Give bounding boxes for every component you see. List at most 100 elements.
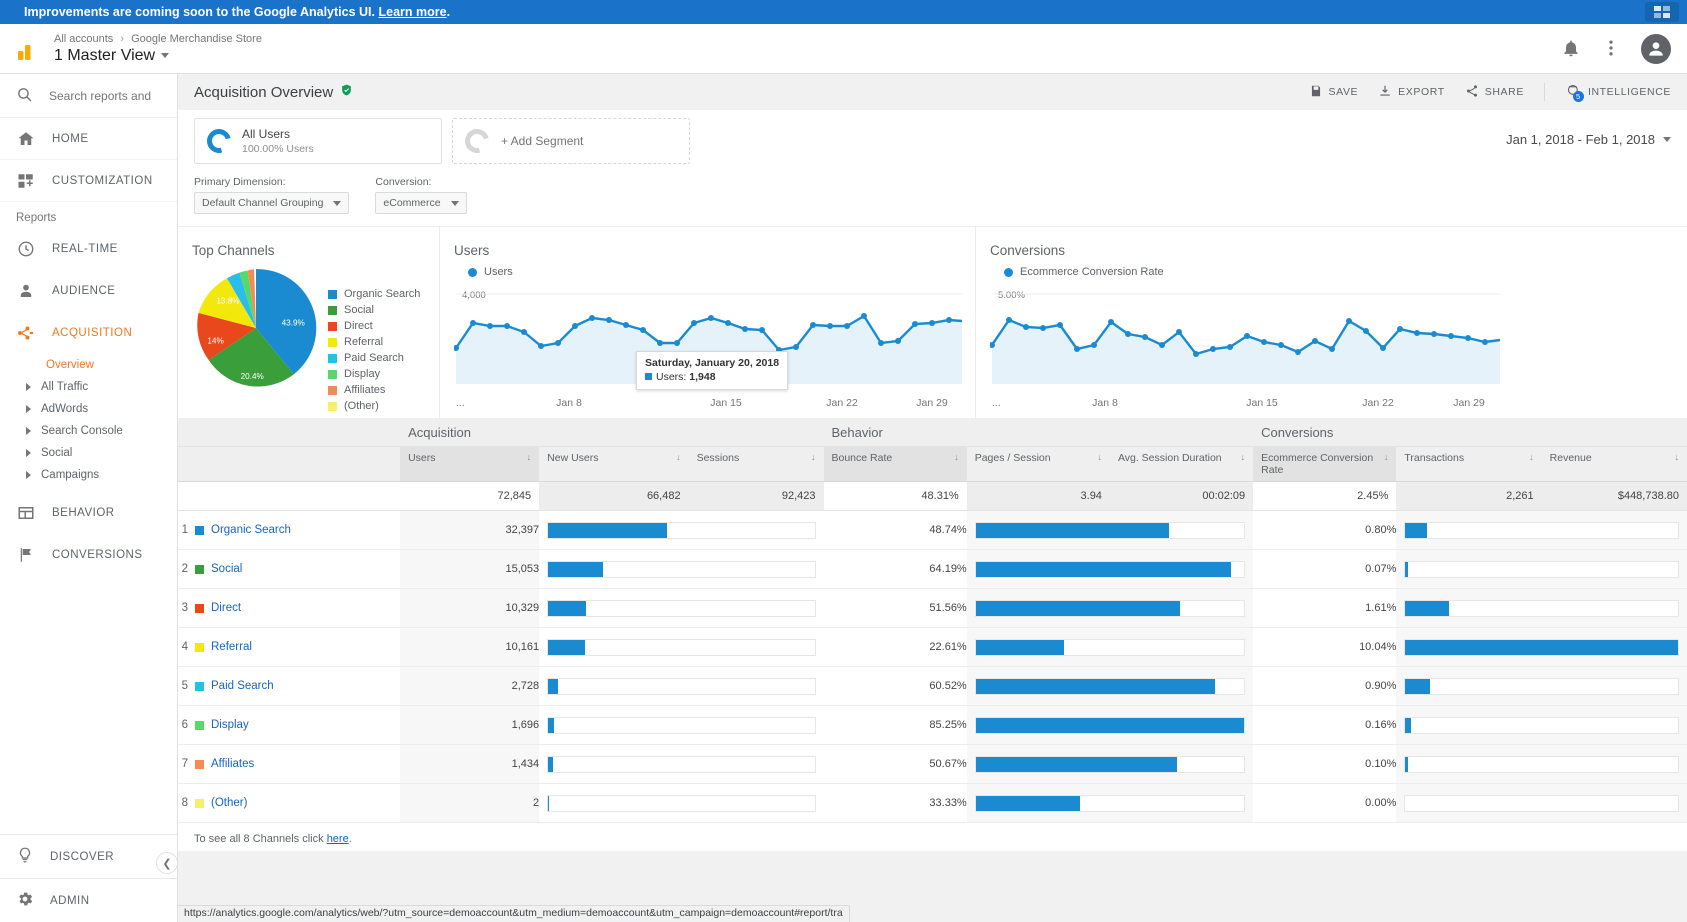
legend-label: Referral (344, 336, 384, 348)
sidebar-item-search-console[interactable]: Search Console (0, 420, 177, 442)
sidebar-item-acquisition[interactable]: ACQUISITION (0, 312, 177, 354)
sidebar-item-conversions[interactable]: CONVERSIONS (0, 534, 177, 576)
legend-label: (Other) (344, 400, 379, 412)
sidebar-item-audience[interactable]: AUDIENCE (0, 270, 177, 312)
conversions-line-chart[interactable]: 5.00% 2.50% (989, 284, 1502, 392)
save-button[interactable]: SAVE (1309, 84, 1359, 101)
row-channel-link[interactable]: Organic Search (211, 524, 291, 536)
acquisition-icon (16, 323, 36, 343)
table-row[interactable]: 8 (Other) 2 33.33% 0.00% (178, 783, 1687, 823)
table-row[interactable]: 6 Display 1,696 85.25% 0.16% (178, 705, 1687, 745)
see-all-channels-link[interactable]: here (327, 833, 349, 845)
more-options-icon[interactable] (1601, 38, 1623, 60)
sidebar-item-customization[interactable]: CUSTOMIZATION (0, 160, 177, 202)
column-header-users[interactable]: Users ↓ (400, 446, 540, 482)
sidebar-item-discover[interactable]: DISCOVER (0, 834, 177, 878)
pie-chart[interactable]: 43.9% 20.4% 14% 13.8% (192, 264, 320, 392)
row-channel-link[interactable]: Referral (211, 641, 252, 653)
legend-item: Affiliates (328, 382, 420, 398)
search-row[interactable] (0, 74, 177, 118)
table-group-acquisition: Acquisition (400, 418, 824, 447)
table-row[interactable]: 5 Paid Search 2,728 60.52% 0.90% (178, 666, 1687, 706)
legend-item: Display (328, 366, 420, 382)
sidebar-item-adwords[interactable]: AdWords (0, 398, 177, 420)
row-channel-link[interactable]: Direct (211, 602, 241, 614)
row-ecommerce-rate-value: 0.10% (1253, 744, 1397, 784)
view-selector[interactable]: 1 Master View (54, 46, 1561, 66)
sidebar-collapse-button[interactable]: ❮ (156, 852, 178, 874)
analytics-badge-icon[interactable] (1645, 2, 1679, 22)
column-label: Avg. Session Duration (1117, 452, 1222, 464)
breadcrumb-all-accounts[interactable]: All accounts (54, 33, 113, 45)
column-header-revenue[interactable]: Revenue ↓ (1541, 446, 1687, 482)
row-bounce-rate-value: 33.33% (823, 783, 967, 823)
conversion-select[interactable]: eCommerce (375, 192, 467, 214)
sort-arrow-icon: ↓ (1097, 452, 1102, 462)
sidebar-item-real-time[interactable]: REAL-TIME (0, 228, 177, 270)
totals-users: 72,845 (400, 481, 540, 511)
row-channel-link[interactable]: Display (211, 719, 249, 731)
sidebar-item-all-traffic[interactable]: All Traffic (0, 376, 177, 398)
share-button[interactable]: SHARE (1465, 84, 1524, 101)
table-row[interactable]: 4 Referral 10,161 22.61% 10.04% (178, 627, 1687, 667)
date-range-selector[interactable]: Jan 1, 2018 - Feb 1, 2018 (1506, 132, 1671, 147)
row-channel-link[interactable]: Paid Search (211, 680, 274, 692)
lightbulb-icon (16, 846, 34, 867)
add-segment-label: + Add Segment (501, 134, 584, 148)
column-label: Bounce Rate (831, 452, 893, 464)
conversion-value: eCommerce (383, 197, 441, 209)
pie-legend: Organic Search Social Direct Referral Pa… (328, 264, 420, 414)
footer-suffix: . (348, 833, 352, 845)
sidebar-item-home[interactable]: HOME (0, 118, 177, 160)
segment-title: All Users (242, 126, 291, 141)
row-channel-cell: 5 Paid Search (178, 666, 401, 706)
row-channel-link[interactable]: Affiliates (211, 758, 254, 770)
sidebar-item-social[interactable]: Social (0, 442, 177, 464)
search-input[interactable] (47, 87, 157, 104)
row-color-swatch (195, 798, 204, 808)
row-channel-cell: 2 Social (178, 549, 401, 589)
sidebar-item-behavior[interactable]: BEHAVIOR (0, 492, 177, 534)
column-header-ecommerce-rate[interactable]: Ecommerce Conversion Rate ↓ (1253, 446, 1397, 482)
sidebar-item-label: HOME (52, 132, 89, 145)
column-header-pages-session[interactable]: Pages / Session ↓ (966, 446, 1110, 482)
row-channel-cell: 1 Organic Search (178, 510, 401, 550)
row-users-value: 1,696 (400, 705, 540, 745)
notifications-bell-icon[interactable] (1561, 38, 1583, 60)
row-ecommerce-rate-value: 0.16% (1253, 705, 1397, 745)
tooltip-series: Users (656, 371, 684, 383)
add-segment-button[interactable]: + Add Segment (452, 118, 690, 164)
announcement-learn-more-link[interactable]: Learn more (378, 5, 446, 19)
legend-swatch (328, 369, 337, 379)
legend-swatch (328, 321, 337, 331)
breadcrumb-property[interactable]: Google Merchandise Store (131, 33, 262, 45)
table-row[interactable]: 3 Direct 10,329 51.56% 1.61% (178, 588, 1687, 628)
x-axis-tick: Jan 29 (916, 397, 948, 409)
row-color-swatch (195, 603, 204, 613)
sidebar: HOME CUSTOMIZATION Reports REAL-TIME AUD… (0, 74, 178, 922)
column-header-transactions[interactable]: Transactions ↓ (1396, 446, 1542, 482)
legend-label: Paid Search (344, 352, 404, 364)
intelligence-button[interactable]: 5 INTELLIGENCE (1565, 83, 1671, 102)
legend-item: Direct (328, 318, 420, 334)
segment-all-users[interactable]: All Users 100.00% Users (194, 118, 442, 164)
sidebar-item-label: ADMIN (50, 894, 90, 907)
column-header-avg-duration[interactable]: Avg. Session Duration ↓ (1109, 446, 1254, 482)
row-channel-link[interactable]: (Other) (211, 797, 247, 809)
avatar[interactable] (1641, 33, 1671, 64)
table-row[interactable]: 1 Organic Search 32,397 48.74% 0.80% (178, 510, 1687, 550)
sidebar-item-overview[interactable]: Overview (0, 354, 177, 376)
table-row[interactable]: 2 Social 15,053 64.19% 0.07% (178, 549, 1687, 589)
primary-dimension-select[interactable]: Default Channel Grouping (194, 192, 350, 214)
column-header-new-users[interactable]: New Users ↓ (539, 446, 689, 482)
export-button[interactable]: EXPORT (1378, 84, 1445, 101)
table-row[interactable]: 7 Affiliates 1,434 50.67% 0.10% (178, 744, 1687, 784)
row-channel-link[interactable]: Social (211, 563, 242, 575)
totals-ecommerce-rate: 2.45% (1253, 481, 1397, 511)
dimension-row: Primary Dimension: Default Channel Group… (178, 170, 1687, 226)
sidebar-item-campaigns[interactable]: Campaigns (0, 464, 177, 486)
legend-item: (Other) (328, 398, 420, 414)
column-header-sessions[interactable]: Sessions ↓ (688, 446, 824, 482)
sidebar-item-admin[interactable]: ADMIN (0, 878, 177, 922)
column-header-bounce-rate[interactable]: Bounce Rate ↓ (823, 446, 967, 482)
